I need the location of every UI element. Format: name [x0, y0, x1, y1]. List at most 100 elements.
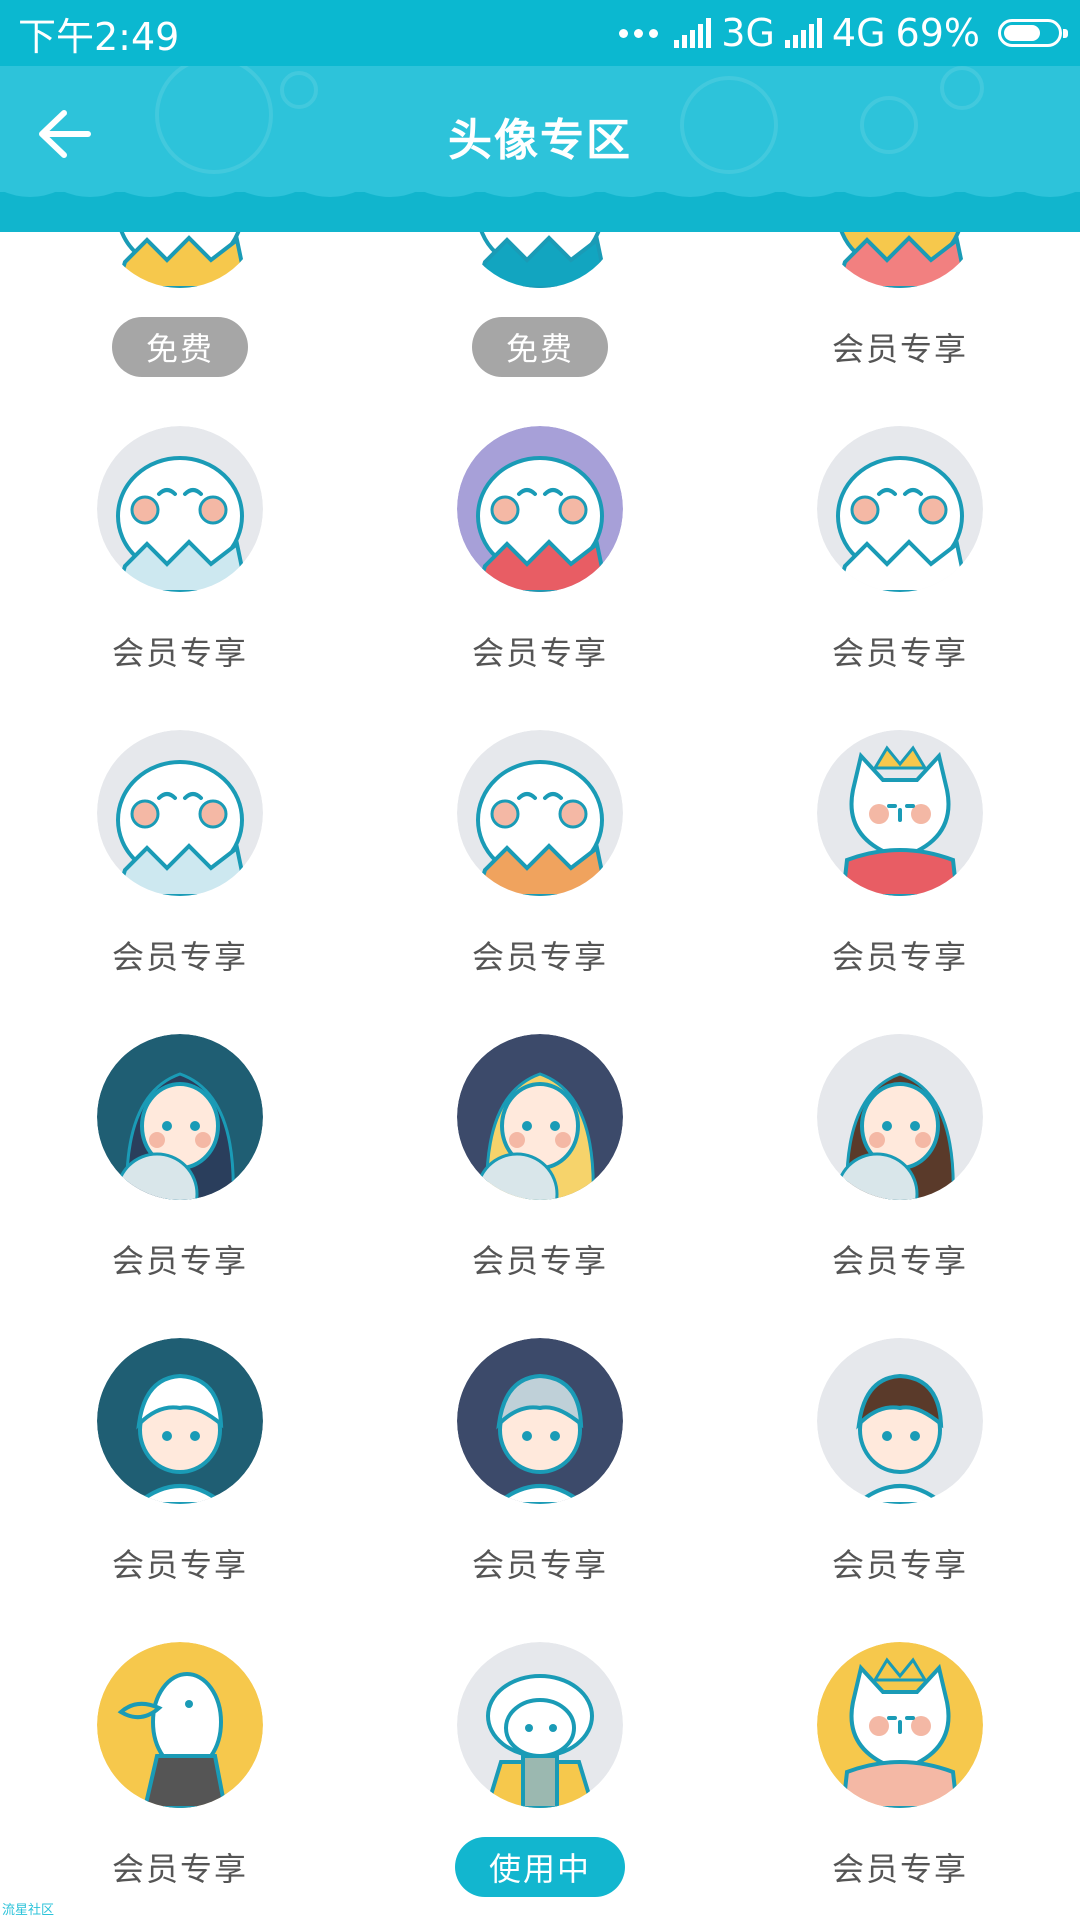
watermark: 流星社区: [2, 1903, 55, 1918]
member-only-label: 会员专享: [471, 1546, 608, 1584]
status-time: 下午2:49: [18, 14, 180, 59]
avatar-image[interactable]: [457, 426, 623, 592]
free-badge: 免费: [111, 317, 248, 377]
avatar-illustration: [97, 1642, 263, 1808]
member-only-label: 会员专享: [111, 938, 248, 976]
avatar-item[interactable]: 会员专享: [720, 232, 1080, 370]
avatar-item[interactable]: 会员专享: [0, 426, 360, 674]
avatar-item[interactable]: 会员专享: [0, 1642, 360, 1890]
app-header: 头像专区: [0, 66, 1080, 232]
avatar-label: 会员专享: [832, 1844, 968, 1890]
avatar-label: 会员专享: [472, 1236, 608, 1282]
avatar-label: 会员专享: [472, 932, 608, 978]
avatar-label: 免费: [111, 317, 248, 377]
status-bar: 下午2:49 3G 4G 69%: [0, 0, 1080, 66]
status-indicators: 3G 4G 69%: [619, 11, 1068, 55]
avatar-image[interactable]: [457, 1338, 623, 1504]
avatar-item[interactable]: 免费: [360, 232, 720, 377]
avatar-label: 会员专享: [832, 1236, 968, 1282]
member-only-label: 会员专享: [831, 330, 968, 368]
network-label-2: 4G: [831, 11, 886, 55]
avatar-item[interactable]: 会员专享: [360, 1034, 720, 1282]
avatar-illustration: [97, 426, 263, 592]
avatar-label: 会员专享: [832, 324, 968, 370]
avatar-illustration: [457, 426, 623, 592]
member-only-label: 会员专享: [111, 1546, 248, 1584]
avatar-item[interactable]: 会员专享: [0, 1338, 360, 1586]
avatar-illustration: [461, 232, 619, 288]
avatar-illustration: [97, 730, 263, 896]
avatar-item[interactable]: 会员专享: [360, 730, 720, 978]
avatar-item[interactable]: 免费: [0, 232, 360, 377]
avatar-label: 会员专享: [832, 628, 968, 674]
avatar-label: 会员专享: [832, 932, 968, 978]
avatar-item[interactable]: 会员专享: [0, 1034, 360, 1282]
avatar-image[interactable]: [97, 730, 263, 896]
avatar-item[interactable]: 使用中: [360, 1642, 720, 1897]
avatar-item[interactable]: 会员专享: [720, 426, 1080, 674]
member-only-label: 会员专享: [831, 1546, 968, 1584]
avatar-item[interactable]: 会员专享: [720, 1642, 1080, 1890]
member-only-label: 会员专享: [831, 1242, 968, 1280]
avatar-illustration: [457, 1642, 623, 1808]
header-wave-border: [0, 190, 1080, 232]
avatar-grid: 免费 免费 会员专享 会员专享 会员专享 会员专享 会员专享 会员专享 会员专享…: [0, 232, 1080, 1920]
avatar-image[interactable]: [817, 1034, 983, 1200]
avatar-illustration: [97, 1338, 263, 1504]
avatar-image[interactable]: [457, 1642, 623, 1808]
avatar-item[interactable]: 会员专享: [360, 426, 720, 674]
free-badge: 免费: [471, 317, 608, 377]
avatar-image[interactable]: [457, 730, 623, 896]
avatar-image[interactable]: [97, 232, 263, 288]
avatar-illustration: [817, 1338, 983, 1504]
signal-icon: [674, 18, 712, 48]
more-dots-icon: [619, 28, 659, 38]
member-only-label: 会员专享: [111, 1242, 248, 1280]
avatar-image[interactable]: [817, 426, 983, 592]
battery-fill: [1004, 25, 1040, 41]
signal-icon: [784, 18, 822, 48]
page-title: 头像专区: [448, 115, 632, 166]
avatar-label: 会员专享: [112, 1236, 248, 1282]
avatar-image[interactable]: [817, 730, 983, 896]
in-use-badge: 使用中: [454, 1837, 625, 1897]
avatar-illustration: [97, 1034, 263, 1200]
avatar-label: 免费: [471, 317, 608, 377]
avatar-illustration: [817, 426, 983, 592]
avatar-label: 会员专享: [832, 1540, 968, 1586]
avatar-illustration: [101, 232, 259, 288]
avatar-item[interactable]: 会员专享: [0, 730, 360, 978]
member-only-label: 会员专享: [111, 634, 248, 672]
member-only-label: 会员专享: [471, 634, 608, 672]
avatar-illustration: [457, 730, 623, 896]
avatar-illustration: [457, 1034, 623, 1200]
member-only-label: 会员专享: [831, 938, 968, 976]
member-only-label: 会员专享: [471, 938, 608, 976]
avatar-label: 使用中: [454, 1837, 625, 1897]
avatar-image[interactable]: [817, 1642, 983, 1808]
avatar-label: 会员专享: [112, 932, 248, 978]
avatar-illustration: [817, 1642, 983, 1808]
battery-percent: 69%: [895, 11, 980, 55]
avatar-illustration: [457, 1338, 623, 1504]
avatar-item[interactable]: 会员专享: [720, 1338, 1080, 1586]
avatar-image[interactable]: [97, 426, 263, 592]
avatar-image[interactable]: [817, 1338, 983, 1504]
avatar-item[interactable]: 会员专享: [720, 730, 1080, 978]
avatar-label: 会员专享: [472, 1540, 608, 1586]
avatar-image[interactable]: [457, 232, 623, 288]
avatar-item[interactable]: 会员专享: [360, 1338, 720, 1586]
avatar-label: 会员专享: [112, 1540, 248, 1586]
avatar-item[interactable]: 会员专享: [720, 1034, 1080, 1282]
avatar-image[interactable]: [97, 1034, 263, 1200]
avatar-label: 会员专享: [472, 628, 608, 674]
avatar-illustration: [817, 1034, 983, 1200]
avatar-image[interactable]: [457, 1034, 623, 1200]
avatar-image[interactable]: [97, 1642, 263, 1808]
member-only-label: 会员专享: [471, 1242, 608, 1280]
avatar-image[interactable]: [817, 232, 983, 288]
avatar-label: 会员专享: [112, 1844, 248, 1890]
avatar-image[interactable]: [97, 1338, 263, 1504]
member-only-label: 会员专享: [831, 1850, 968, 1888]
member-only-label: 会员专享: [111, 1850, 248, 1888]
